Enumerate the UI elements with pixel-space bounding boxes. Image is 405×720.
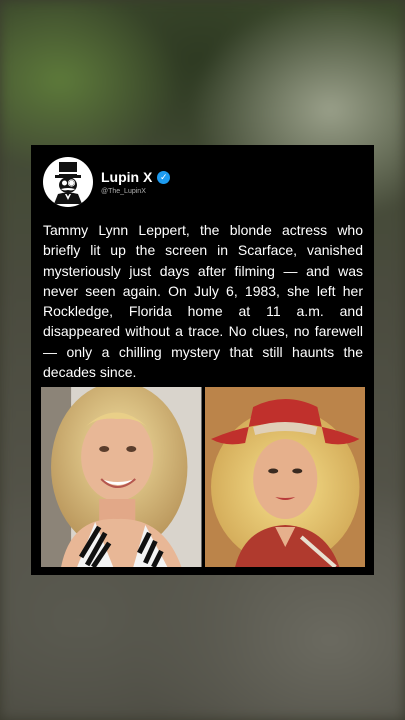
post-photos [41, 387, 365, 567]
name-row: Lupin X ✓ [101, 169, 171, 185]
post-card: Lupin X ✓ @The_LupinX Tammy Lynn Leppert… [31, 145, 374, 575]
account-name[interactable]: Lupin X [101, 169, 152, 185]
post-photo-1[interactable] [41, 387, 202, 567]
photo-cowgirl-woman [204, 387, 365, 567]
post-text: Tammy Lynn Leppert, the blonde actress w… [43, 222, 363, 381]
photo-smiling-woman [41, 387, 202, 567]
monocle-gentleman-logo-icon [54, 162, 82, 204]
account-handle[interactable]: @The_LupinX [101, 188, 170, 195]
account-info: Lupin X ✓ @The_LupinX [101, 169, 171, 195]
avatar[interactable] [43, 157, 93, 207]
verified-badge-icon: ✓ [157, 170, 171, 184]
post-header: Lupin X ✓ @The_LupinX [43, 157, 171, 207]
post-photo-2[interactable] [204, 387, 365, 567]
